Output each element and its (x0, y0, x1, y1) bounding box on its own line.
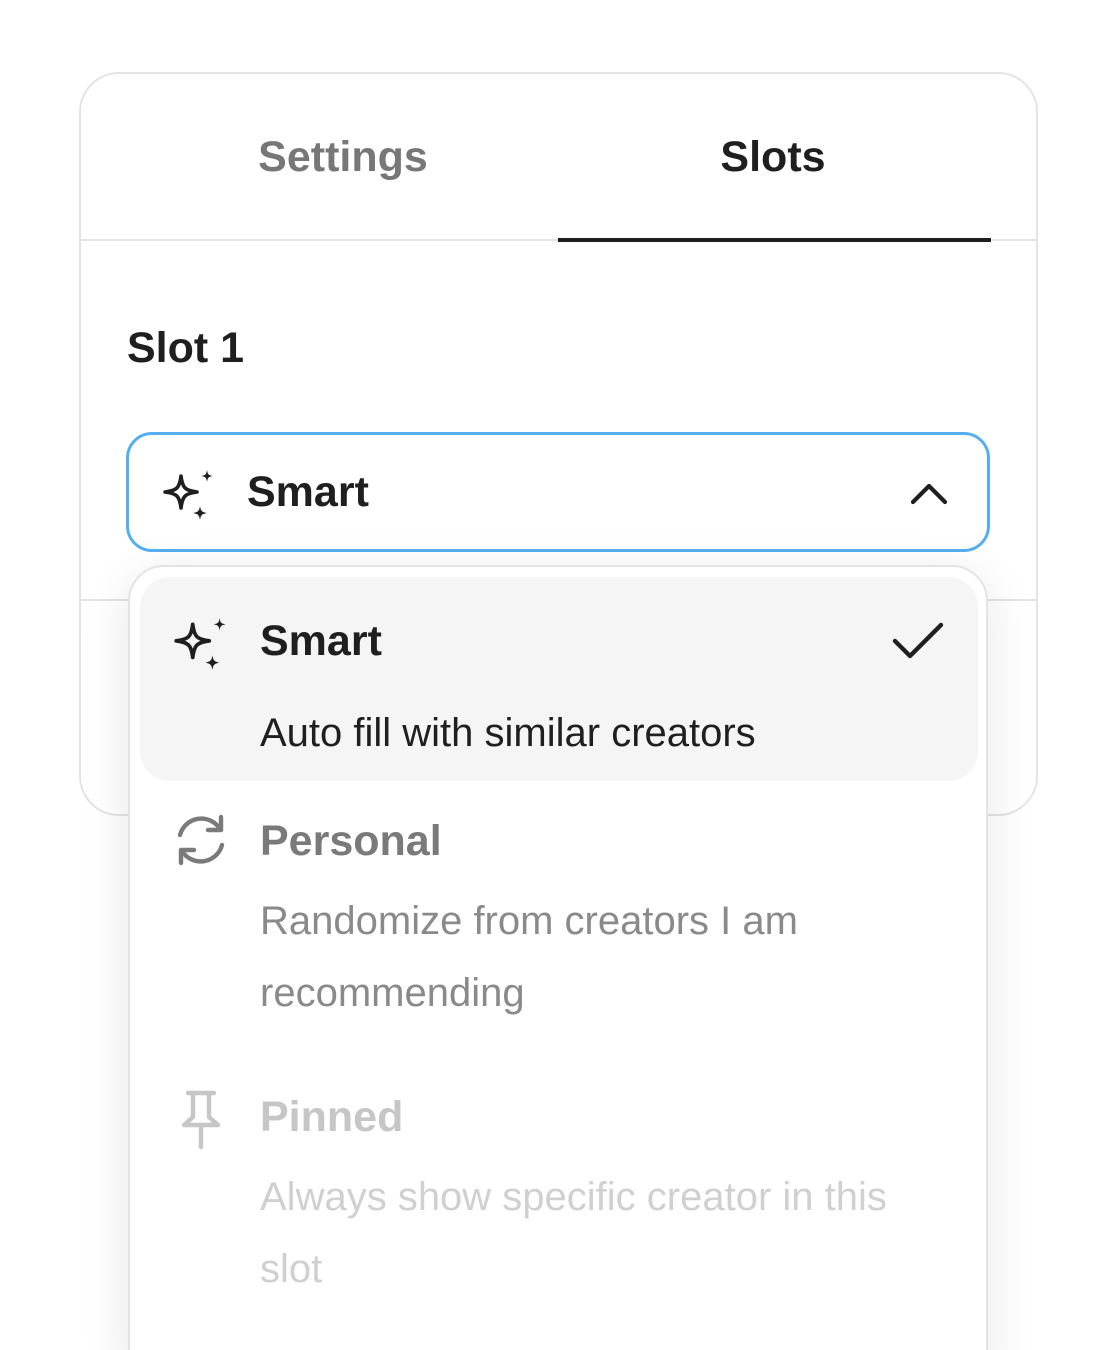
pin-icon (181, 1090, 221, 1150)
option-pinned[interactable]: Pinned Always show specific creator in t… (140, 1067, 978, 1317)
stage: Settings Slots Slot 1 Smart Smart Auto f… (0, 0, 1116, 1350)
slot-mode-select[interactable]: Smart (126, 432, 990, 552)
option-description: Randomize from creators I am recommendin… (260, 899, 798, 1015)
sparkles-icon (174, 618, 226, 670)
select-value: Smart (247, 468, 369, 516)
tab-settings[interactable]: Settings (128, 74, 558, 240)
checkmark-icon (892, 622, 944, 659)
active-tab-indicator (558, 238, 991, 242)
option-description: Always show specific creator in this slo… (260, 1175, 887, 1291)
option-smart[interactable]: Smart Auto fill with similar creators (140, 577, 978, 781)
option-title: Smart (260, 617, 382, 665)
refresh-icon (177, 814, 225, 866)
sparkles-icon (163, 470, 213, 520)
tab-slots[interactable]: Slots (558, 74, 988, 240)
option-title: Personal (260, 817, 442, 865)
chevron-up-icon (910, 483, 948, 505)
slot-mode-dropdown: Smart Auto fill with similar creators Pe… (128, 565, 988, 1350)
tab-bar: Settings Slots (81, 74, 1036, 242)
slot-title: Slot 1 (127, 324, 245, 372)
option-description: Auto fill with similar creators (260, 711, 756, 755)
option-title: Pinned (260, 1093, 404, 1141)
option-personal[interactable]: Personal Randomize from creators I am re… (140, 793, 978, 1053)
